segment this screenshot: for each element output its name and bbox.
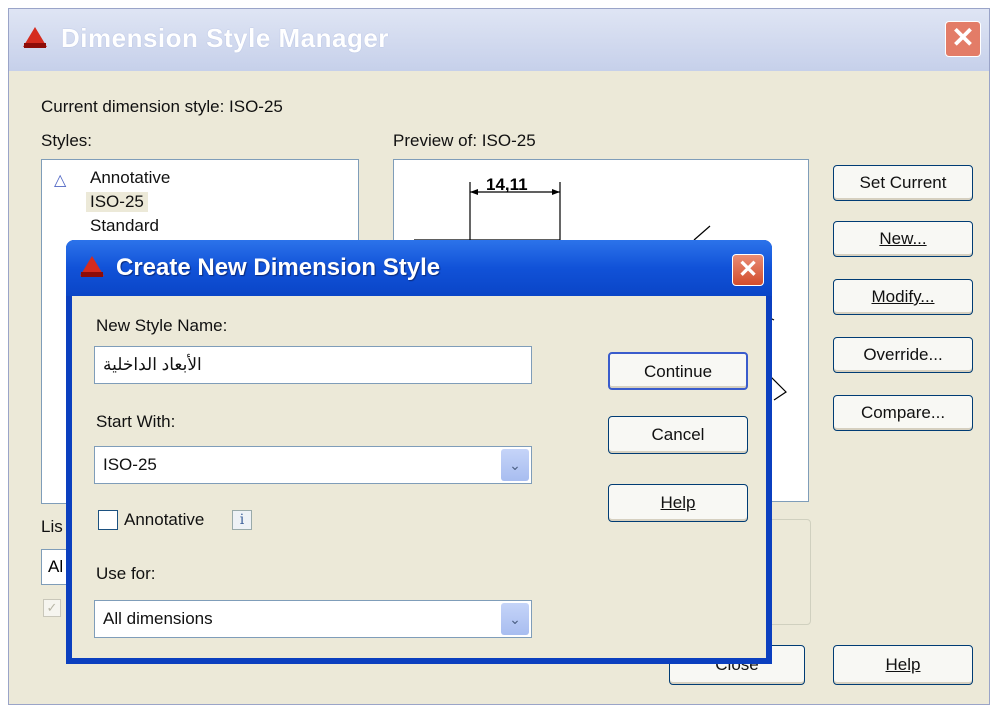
start-with-value: ISO-25 [103, 455, 157, 474]
use-for-value: All dimensions [103, 609, 213, 628]
chevron-down-icon[interactable]: ⌄ [501, 603, 529, 635]
autocad-logo-icon [23, 27, 47, 49]
preview-dimension-text: 14,11 [486, 175, 528, 194]
new-style-name-input[interactable]: الأبعاد الداخلية [94, 346, 532, 384]
dialog-body: New Style Name: الأبعاد الداخلية Start W… [72, 296, 766, 658]
set-current-button[interactable]: Set Current [833, 165, 973, 201]
current-style-label: Current dimension style: ISO-25 [41, 97, 283, 116]
start-with-label: Start With: [96, 412, 176, 431]
new-style-name-value: الأبعاد الداخلية [103, 355, 202, 374]
info-icon[interactable]: i [232, 510, 252, 530]
use-for-dropdown[interactable]: All dimensions ⌄ [94, 600, 532, 638]
xref-checkbox[interactable]: ✓ [43, 599, 61, 617]
close-icon[interactable]: ✕ [732, 254, 764, 286]
dialog-help-button[interactable]: Help [608, 484, 748, 522]
create-new-dimension-style-dialog: Create New Dimension Style ✕ New Style N… [66, 240, 772, 664]
style-item-standard[interactable]: Standard [90, 216, 159, 236]
manager-titlebar[interactable]: Dimension Style Manager ✕ [9, 9, 989, 71]
modify-button[interactable]: Modify... [833, 279, 973, 315]
close-icon[interactable]: ✕ [945, 21, 981, 57]
compare-button[interactable]: Compare... [833, 395, 973, 431]
cancel-button[interactable]: Cancel [608, 416, 748, 454]
new-style-name-label: New Style Name: [96, 316, 228, 335]
continue-button[interactable]: Continue [608, 352, 748, 390]
styles-label: Styles: [41, 131, 93, 150]
dialog-title: Create New Dimension Style [116, 254, 441, 281]
new-button[interactable]: New... [833, 221, 973, 257]
style-item-annotative[interactable]: Annotative [90, 168, 170, 188]
dialog-titlebar[interactable]: Create New Dimension Style ✕ [66, 240, 772, 296]
use-for-label: Use for: [96, 564, 156, 583]
list-dropdown-value: Al [48, 557, 64, 576]
start-with-dropdown[interactable]: ISO-25 ⌄ [94, 446, 532, 484]
annotative-checkbox[interactable] [98, 510, 118, 530]
annotative-label: Annotative [124, 510, 205, 529]
override-button[interactable]: Override... [833, 337, 973, 373]
chevron-down-icon[interactable]: ⌄ [501, 449, 529, 481]
autocad-logo-icon [80, 256, 104, 278]
annotative-scale-icon: △ [54, 172, 67, 189]
preview-label: Preview of: ISO-25 [393, 131, 536, 150]
style-item-iso-25[interactable]: ISO-25 [86, 192, 148, 212]
manager-help-button[interactable]: Help [833, 645, 973, 685]
manager-title: Dimension Style Manager [61, 23, 389, 53]
list-label: Lis [41, 517, 63, 536]
